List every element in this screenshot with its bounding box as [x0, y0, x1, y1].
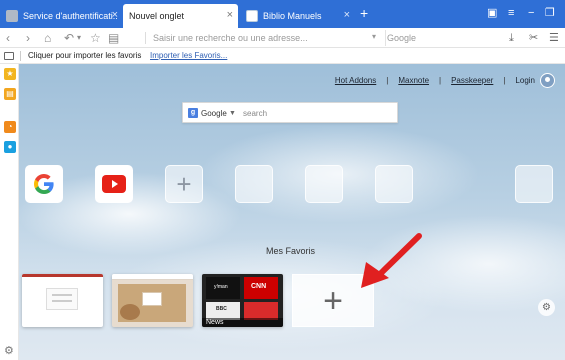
left-sidebar: ★ ▤ ◔ ● ⚙ — [0, 64, 19, 360]
user-avatar-icon[interactable] — [540, 73, 555, 88]
tab-service-auth[interactable]: Service d'authentificati... × — [0, 4, 123, 28]
google-tile[interactable] — [25, 165, 63, 203]
settings-gear-icon[interactable]: ⚙ — [4, 344, 14, 357]
thumb-content — [46, 288, 78, 310]
header-links: Hot Addons | Maxnote | Passkeeper | Logi… — [335, 76, 535, 85]
tab-title: Nouvel onglet — [129, 11, 185, 21]
restore-icon[interactable]: ❐ — [545, 7, 555, 19]
favorite-thumbnail[interactable] — [112, 274, 193, 327]
tab-bar: Service d'authentificati... × Nouvel ong… — [0, 0, 565, 28]
close-icon[interactable]: × — [227, 9, 233, 21]
new-tab-page: Hot Addons | Maxnote | Passkeeper | Logi… — [19, 64, 565, 360]
plus-icon: + — [176, 169, 192, 199]
thumb-content — [52, 300, 72, 302]
back-icon[interactable]: ‹ — [6, 31, 10, 45]
favorites-heading: Mes Favoris — [266, 246, 316, 256]
divider — [20, 51, 21, 61]
tab-new-tab[interactable]: Nouvel onglet × — [123, 4, 238, 28]
google-icon: g — [188, 108, 198, 118]
bookmarks-panel-icon[interactable] — [4, 52, 14, 60]
tab-title: Service d'authentificati... — [23, 11, 117, 21]
address-bar[interactable]: Saisir une recherche ou une adresse... — [145, 30, 380, 46]
add-favorite-button[interactable]: + — [292, 274, 374, 327]
navigation-bar: ‹ › ⌂ ↶ ▾ ☆ ▤ Saisir une recherche ou un… — [0, 28, 565, 48]
new-tab-button[interactable]: + — [360, 6, 368, 20]
minimize-icon[interactable]: − — [528, 7, 534, 19]
empty-tile[interactable] — [515, 165, 553, 203]
search-input[interactable]: search — [243, 103, 267, 124]
settings-gear-icon[interactable]: ⚙ — [538, 299, 555, 316]
thumb-content — [112, 274, 193, 280]
close-icon[interactable]: × — [112, 9, 118, 21]
import-prompt[interactable]: Cliquer pour importer les favoris — [28, 48, 141, 64]
youtube-tile[interactable] — [95, 165, 133, 203]
home-icon[interactable]: ⌂ — [44, 31, 51, 45]
bookmarks-bar: Cliquer pour importer les favoris Import… — [0, 48, 565, 64]
screenshot-icon[interactable]: ✂ — [529, 31, 538, 45]
yman-label: y!man — [214, 284, 228, 290]
empty-tile[interactable] — [235, 165, 273, 203]
sidebar-toggle-icon[interactable]: ▣ — [487, 7, 497, 19]
passkeeper-link[interactable]: Passkeeper — [451, 76, 493, 85]
favorites-star-icon[interactable]: ★ — [4, 68, 16, 80]
menu-icon[interactable]: ≡ — [508, 7, 514, 19]
news-label: News — [206, 319, 224, 326]
search-field[interactable]: Google — [385, 30, 495, 46]
google-logo-icon — [34, 174, 54, 194]
notes-icon[interactable]: ▤ — [4, 88, 16, 100]
plus-icon: + — [323, 281, 343, 320]
add-site-tile[interactable]: + — [165, 165, 203, 203]
page-search-box[interactable]: g Google ▼ search — [182, 102, 398, 123]
rss-icon[interactable]: ◔ — [4, 121, 16, 133]
main-menu-icon[interactable]: ☰ — [549, 31, 559, 45]
reader-icon[interactable]: ▤ — [108, 31, 119, 45]
tab-biblio-manuels[interactable]: Biblio Manuels × — [240, 4, 355, 28]
import-link[interactable]: Importer les Favoris... — [150, 48, 227, 64]
download-icon[interactable]: ⤓ — [509, 31, 514, 45]
favorite-thumbnail-news[interactable]: y!man CNN BBC News — [202, 274, 283, 327]
tab-favicon — [246, 10, 258, 22]
bbc-label: BBC — [216, 306, 227, 312]
youtube-logo-icon — [102, 175, 126, 193]
chevron-down-icon[interactable]: ▼ — [229, 103, 236, 124]
thumb-content — [120, 304, 140, 320]
favorite-thumbnail[interactable] — [22, 274, 103, 327]
search-engine-name[interactable]: Google — [201, 103, 227, 124]
star-icon[interactable]: ☆ — [90, 31, 101, 45]
divider: | — [386, 76, 389, 85]
undo-icon[interactable]: ↶ — [64, 31, 74, 45]
dropdown-caret-icon[interactable]: ▾ — [77, 31, 81, 45]
thumb-content — [142, 292, 162, 306]
login-link[interactable]: Login — [515, 76, 535, 85]
hot-addons-link[interactable]: Hot Addons — [335, 76, 376, 85]
divider: | — [439, 76, 442, 85]
empty-tile[interactable] — [305, 165, 343, 203]
close-icon[interactable]: × — [344, 9, 350, 21]
search-engine-caret-icon[interactable]: ▾ — [372, 32, 376, 41]
skype-icon[interactable]: ● — [4, 141, 16, 153]
tab-title: Biblio Manuels — [263, 11, 322, 21]
thumb-header-bar — [22, 274, 103, 277]
cnn-label: CNN — [251, 283, 267, 290]
maxnote-link[interactable]: Maxnote — [398, 76, 429, 85]
forward-icon[interactable]: › — [26, 31, 30, 45]
empty-tile[interactable] — [375, 165, 413, 203]
thumb-content — [52, 294, 72, 296]
divider: | — [503, 76, 506, 85]
tab-favicon — [6, 10, 18, 22]
